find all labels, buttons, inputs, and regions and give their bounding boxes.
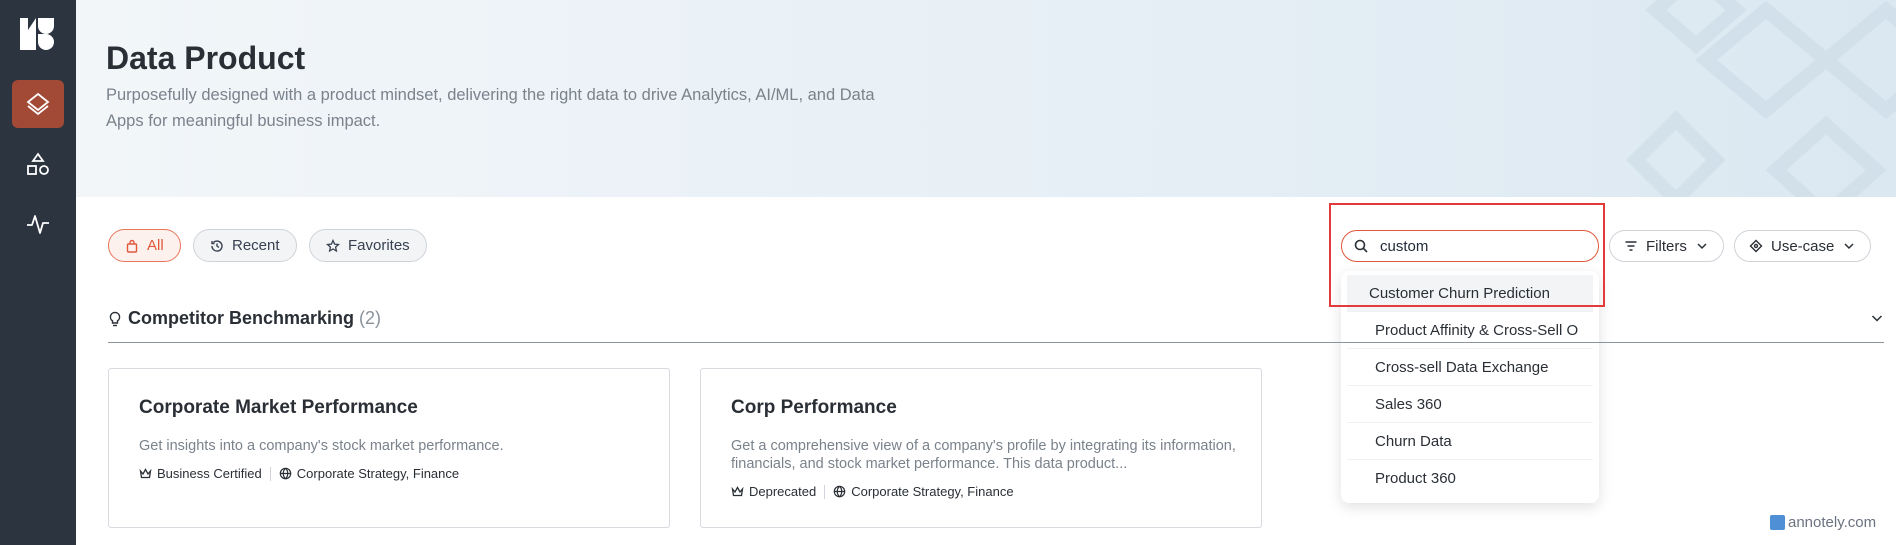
filters-button[interactable]: Filters bbox=[1609, 230, 1724, 262]
card-title: Corp Performance bbox=[731, 397, 897, 418]
card-status: Deprecated bbox=[749, 484, 817, 499]
meta-divider bbox=[269, 466, 271, 481]
nav-shapes[interactable] bbox=[12, 140, 64, 188]
decorative-pattern bbox=[1626, 0, 1896, 197]
card-domain: Corporate Strategy, Finance bbox=[296, 466, 460, 481]
suggestion-item[interactable]: Product 360 bbox=[1347, 460, 1593, 497]
globe-icon bbox=[279, 467, 292, 480]
globe-icon bbox=[833, 485, 846, 498]
collapse-chevron-icon[interactable] bbox=[1870, 311, 1884, 325]
card-status: Business Certified bbox=[157, 466, 262, 481]
bag-icon bbox=[126, 239, 138, 253]
nav-data-products[interactable] bbox=[12, 80, 64, 128]
suggestion-item[interactable]: Sales 360 bbox=[1347, 386, 1593, 423]
chevron-down-icon bbox=[1697, 243, 1707, 250]
search-box[interactable] bbox=[1341, 230, 1599, 262]
crown-icon bbox=[139, 468, 152, 479]
suggestion-item[interactable]: Cross-sell Data Exchange bbox=[1347, 349, 1593, 386]
app-logo[interactable] bbox=[18, 16, 56, 52]
watermark-text: annotely.com bbox=[1788, 514, 1877, 531]
suggestion-item[interactable]: Churn Data bbox=[1347, 423, 1593, 460]
watermark: annotely.com bbox=[1770, 514, 1876, 531]
data-product-card[interactable]: Corp Performance Get a comprehensive vie… bbox=[700, 368, 1262, 528]
activity-icon bbox=[27, 215, 49, 234]
nav-activity[interactable] bbox=[12, 200, 64, 248]
meta-divider bbox=[824, 484, 826, 499]
section-divider bbox=[108, 342, 1884, 343]
history-icon bbox=[211, 239, 223, 252]
app: Data Product Purposefully designed with … bbox=[0, 0, 1896, 545]
target-icon bbox=[1749, 239, 1763, 253]
crown-icon bbox=[731, 486, 744, 497]
chevron-down-icon bbox=[1844, 243, 1854, 250]
section-count: (2) bbox=[359, 308, 382, 328]
suggestion-item[interactable]: Product Affinity & Cross-Sell O bbox=[1347, 312, 1593, 349]
chip-all-label: All bbox=[147, 237, 164, 254]
chip-recent[interactable]: Recent bbox=[193, 229, 297, 262]
chip-all[interactable]: All bbox=[108, 229, 181, 262]
data-product-card[interactable]: Corporate Market Performance Get insight… bbox=[108, 368, 670, 528]
search-suggestions: Customer Churn Prediction Product Affini… bbox=[1341, 271, 1599, 503]
search-input[interactable] bbox=[1380, 237, 1580, 255]
chip-recent-label: Recent bbox=[232, 237, 280, 254]
card-meta: Business Certified Corporate Strategy, F… bbox=[139, 466, 459, 481]
card-title: Corporate Market Performance bbox=[139, 397, 418, 418]
filters-label: Filters bbox=[1646, 237, 1687, 255]
page-description: Purposefully designed with a product min… bbox=[106, 86, 875, 130]
page-title: Data Product bbox=[106, 40, 306, 76]
filter-icon bbox=[1625, 241, 1637, 251]
shapes-icon bbox=[27, 152, 49, 175]
sidebar bbox=[0, 0, 76, 545]
annotely-logo-icon bbox=[1770, 515, 1785, 530]
card-description: Get a comprehensive view of a company's … bbox=[731, 438, 1236, 472]
section-header: Competitor Benchmarking (2) bbox=[108, 308, 381, 329]
layers-icon bbox=[26, 92, 50, 116]
card-domain: Corporate Strategy, Finance bbox=[851, 484, 1014, 499]
star-icon bbox=[326, 238, 340, 252]
chip-favorites[interactable]: Favorites bbox=[309, 229, 427, 262]
chip-favorites-label: Favorites bbox=[348, 237, 410, 254]
card-description: Get insights into a company's stock mark… bbox=[139, 438, 504, 454]
card-meta: Deprecated Corporate Strategy, Finance bbox=[731, 484, 1014, 499]
header-banner: Data Product Purposefully designed with … bbox=[76, 0, 1896, 197]
suggestion-item[interactable]: Customer Churn Prediction bbox=[1347, 275, 1593, 312]
lightbulb-icon bbox=[109, 311, 121, 326]
section-title: Competitor Benchmarking bbox=[128, 308, 355, 328]
usecase-label: Use-case bbox=[1771, 237, 1835, 255]
search-icon bbox=[1354, 239, 1368, 253]
usecase-button[interactable]: Use-case bbox=[1734, 230, 1872, 262]
